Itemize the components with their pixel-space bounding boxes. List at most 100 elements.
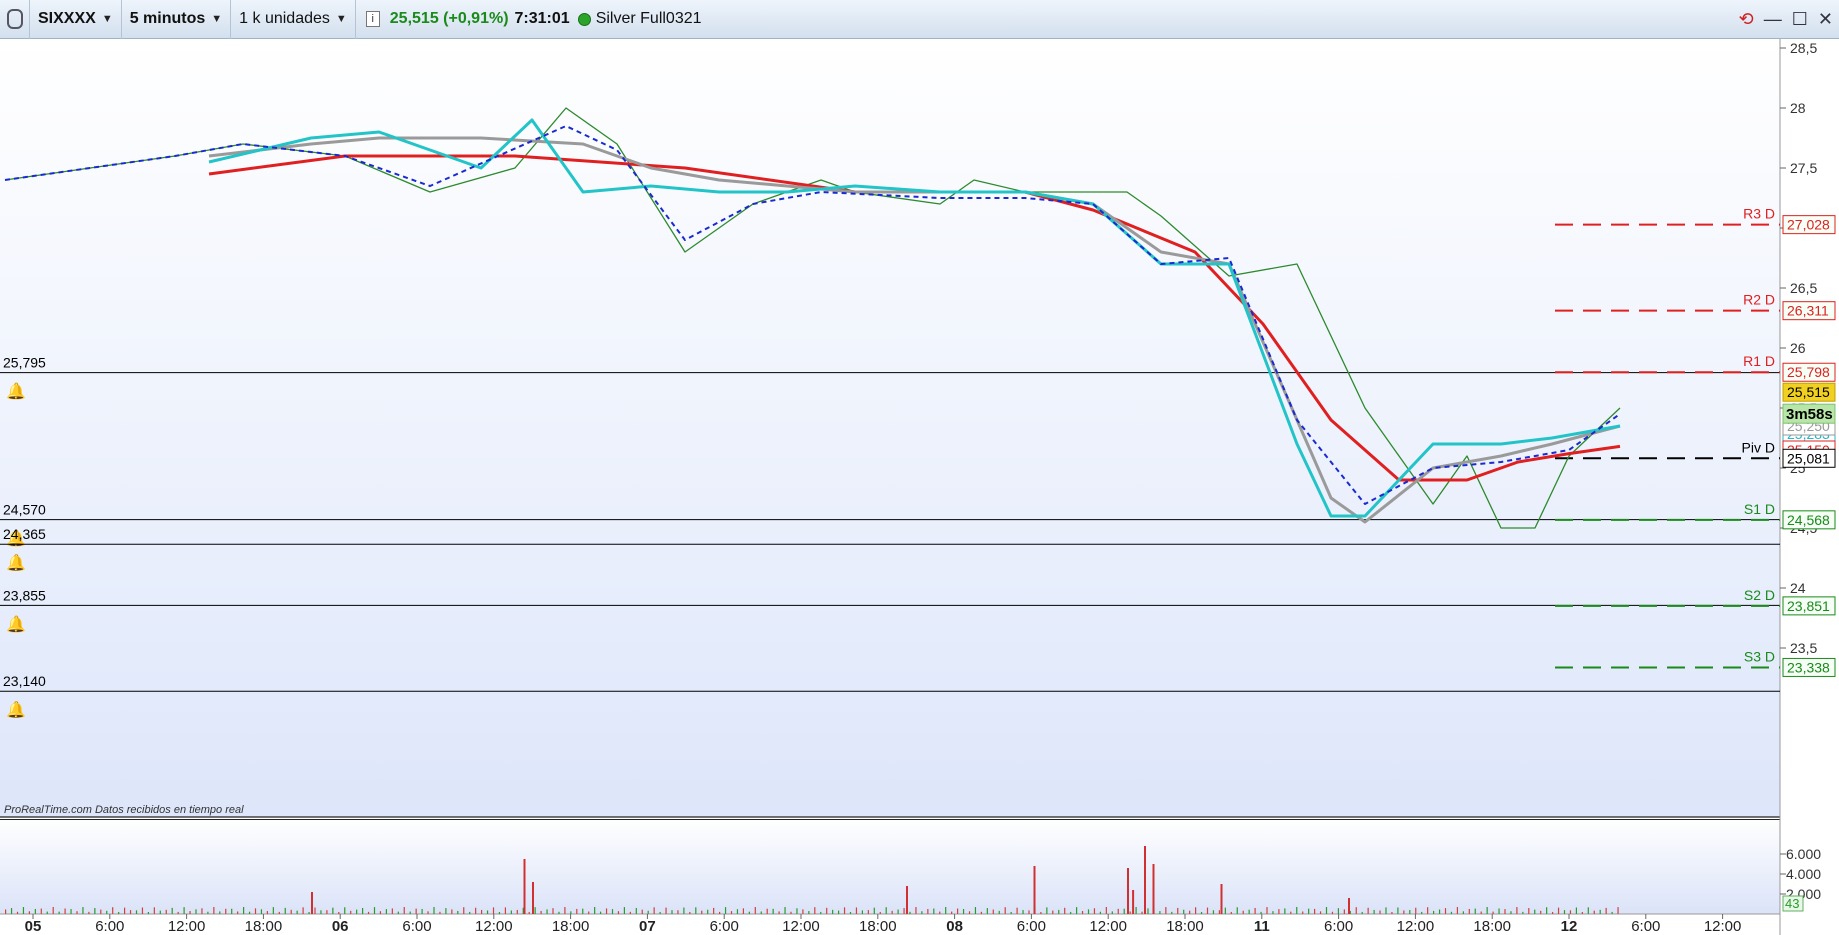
price-chart[interactable]: 25,795🔔24,570🔔24,365🔔23,855🔔23,140🔔R3 DR…: [0, 39, 1839, 935]
volume-bar: [1474, 908, 1476, 914]
volume-bar: [1325, 907, 1328, 914]
alert-bell-icon[interactable]: 🔔: [6, 615, 26, 633]
volume-bar: [1028, 910, 1030, 914]
volume-bar: [1498, 908, 1500, 914]
volume-bar: [1200, 911, 1203, 914]
volume-bar: [1546, 907, 1548, 914]
volume-spike: [1144, 846, 1146, 914]
symbol-selector[interactable]: SIXXXX ▼: [30, 0, 122, 39]
close-icon[interactable]: ✕: [1818, 9, 1833, 30]
volume-bar: [171, 907, 173, 914]
volume-bar: [451, 909, 453, 914]
timeframe-selector[interactable]: 5 minutos ▼: [122, 0, 232, 39]
volume-bar: [22, 907, 25, 914]
volume-spike: [1220, 884, 1223, 914]
volume-bar: [897, 909, 899, 914]
volume-bar: [945, 907, 947, 914]
volume-bar: [433, 907, 435, 914]
alert-bell-icon[interactable]: 🔔: [6, 701, 26, 719]
sync-icon[interactable]: ⟲: [1739, 9, 1754, 30]
volume-bar: [778, 911, 780, 914]
time-tick-label: 6:00: [1324, 918, 1353, 935]
volume-bar: [391, 908, 393, 914]
minimize-icon[interactable]: —: [1764, 9, 1782, 30]
volume-bar: [1373, 909, 1375, 914]
info-icon[interactable]: i: [365, 11, 380, 27]
volume-bar: [129, 910, 132, 914]
volume-bar: [1123, 908, 1125, 914]
volume-bar: [689, 911, 691, 914]
volume-bar: [326, 910, 328, 914]
volume-bar: [1379, 910, 1381, 914]
volume-spike: [1033, 866, 1036, 914]
volume-bar: [873, 907, 875, 914]
volume-bar: [320, 910, 322, 914]
volume-bar: [1534, 909, 1536, 914]
time-tick-label: 6:00: [1631, 918, 1660, 935]
pivot-name: R3 D: [1743, 206, 1775, 222]
volume-bar: [974, 907, 977, 914]
volume-bar: [76, 911, 78, 914]
volume-bar: [1105, 907, 1107, 914]
alert-level-label: 25,795: [3, 355, 46, 371]
time-tick-label: 18:00: [859, 918, 897, 935]
volume-bar: [1504, 909, 1506, 914]
volume-bar: [118, 911, 120, 914]
pivot-name: S3 D: [1744, 648, 1775, 664]
pivot-name: S1 D: [1744, 501, 1775, 517]
volume-panel-bg: [0, 819, 1780, 914]
volume-bar: [1528, 908, 1530, 914]
price-tick-label: 28,5: [1790, 40, 1817, 56]
volume-bar: [338, 911, 340, 914]
volume-bar: [504, 907, 506, 914]
volume-bar: [183, 907, 185, 914]
volume-bar: [248, 911, 251, 914]
volume-bar: [421, 908, 423, 914]
alert-level-label: 23,140: [3, 673, 46, 689]
volume-bar: [1438, 909, 1441, 914]
volume-bar: [933, 908, 935, 914]
units-selector[interactable]: 1 k unidades ▼: [231, 0, 356, 39]
volume-bar: [1230, 911, 1232, 914]
volume-bar: [135, 910, 138, 914]
volume-bar: [766, 908, 768, 914]
prorealtime-logo-icon[interactable]: [0, 0, 30, 39]
volume-bar: [28, 911, 30, 914]
volume-bar: [397, 911, 399, 914]
volume-spike: [532, 882, 534, 914]
volume-bar: [724, 907, 727, 914]
volume-bar: [760, 911, 762, 914]
maximize-icon[interactable]: ☐: [1792, 9, 1808, 30]
volume-bar: [1206, 907, 1209, 914]
volume-bar: [1409, 910, 1411, 914]
volume-bar: [225, 908, 227, 914]
volume-bar: [1016, 907, 1018, 914]
volume-bar: [564, 907, 566, 914]
volume-bar: [272, 907, 274, 914]
volume-bar: [463, 907, 465, 914]
alert-bell-icon[interactable]: 🔔: [6, 383, 26, 401]
volume-bar: [903, 908, 905, 914]
chevron-down-icon: ▼: [335, 13, 347, 25]
volume-bar: [1212, 910, 1215, 914]
time-tick-label: 12:00: [1704, 918, 1742, 935]
volume-bar: [1415, 907, 1417, 914]
time-tick-label: 12:00: [1397, 918, 1435, 935]
time-tick-label: 12:00: [168, 918, 206, 935]
volume-bar: [296, 910, 298, 914]
pivot-tag: 25,798: [1787, 364, 1830, 380]
last-update-time: 7:31:01: [514, 10, 570, 27]
chart-window: SIXXXX ▼ 5 minutos ▼ 1 k unidades ▼ i 25,51…: [0, 0, 1839, 935]
volume-bar: [790, 911, 792, 914]
volume-spike: [523, 859, 526, 914]
volume-bar: [350, 910, 352, 914]
volume-bar: [1081, 910, 1084, 914]
volume-bar: [70, 909, 72, 914]
alert-bell-icon[interactable]: 🔔: [6, 554, 26, 572]
volume-bar: [1076, 907, 1078, 914]
volume-bar: [885, 907, 887, 914]
volume-bar: [1522, 911, 1524, 914]
volume-bar: [719, 911, 721, 914]
volume-bar: [498, 911, 501, 914]
volume-bar: [516, 909, 518, 914]
